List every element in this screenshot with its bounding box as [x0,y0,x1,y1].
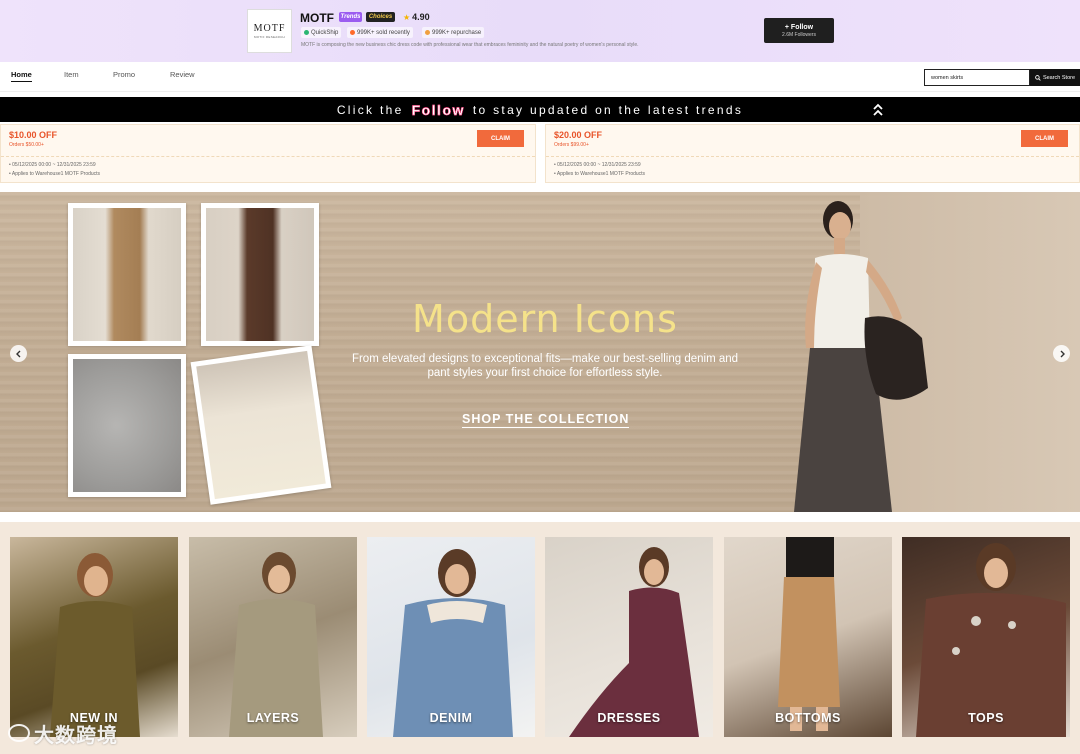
choices-badge: Choices [366,12,395,22]
model-photo [778,537,840,731]
logo-subtext: MOTIF RESEARCH [253,35,286,39]
product-photo-trousers-brown [201,203,319,346]
category-card-layers[interactable]: LAYERS [189,537,357,737]
tag-label: QuickShip [311,29,339,36]
category-label: TOPS [968,711,1004,725]
category-card-bottoms[interactable]: BOTTOMS [724,537,892,737]
category-label: BOTTOMS [775,711,841,725]
coupon-divider [1,156,535,157]
coupon-card: $20.00 OFF Orders $99.00+ CLAIM • 05/12/… [545,124,1080,183]
tab-review[interactable]: Review [170,70,195,79]
banner-text-post: to stay updated on the latest trends [472,102,744,117]
search-icon [1035,74,1041,81]
sold-recently-tag: 999K+ sold recently [347,27,413,38]
hero-title: Modern Icons [412,297,678,341]
shop-collection-link[interactable]: SHOP THE COLLECTION [462,412,630,428]
store-nav: Home Item Promo Review Search Store [0,62,1080,92]
star-icon: ★ [403,12,411,22]
coupon-divider [546,156,1079,157]
coupon-applies: • Applies to Warehouse1 MOTF Products [9,171,101,177]
store-search: Search Store [924,69,1080,86]
tab-item[interactable]: Item [64,70,79,79]
watermark-text: 大数跨境 [34,724,118,747]
follow-label: + Follow [784,23,814,31]
follow-button[interactable]: + Follow 2.6M Followers [764,18,834,43]
category-label: DENIM [429,711,473,725]
category-card-dresses[interactable]: DRESSES [545,537,713,737]
watermark-logo-icon [8,724,30,742]
rating-value: 4.90 [412,12,430,22]
store-header: MOTF MOTIF RESEARCH MOTF Trends Choices … [0,0,1080,62]
followers-count: 2.6M Followers [782,31,816,38]
coupon-amount: $10.00 OFF [9,130,58,140]
product-photo-shorts [190,345,332,505]
coupon-minimum: Orders $50.00+ [9,142,44,148]
banner-follow-highlight[interactable]: Follow [411,101,465,117]
store-name: MOTF [300,11,334,25]
coupon-amount: $20.00 OFF [554,130,603,140]
store-description: MOTF is composing the new business chic … [301,42,639,48]
category-card-new-in[interactable]: NEW IN [10,537,178,737]
claim-button[interactable]: CLAIM [477,130,524,147]
model-photo [393,549,513,737]
logo-text: MOTF [253,23,286,34]
collapse-up-icon[interactable] [872,102,884,118]
repurchase-tag: 999K+ repurchase [422,27,485,38]
tab-home[interactable]: Home [11,70,32,82]
category-label: DRESSES [597,711,661,725]
carousel-prev-icon[interactable] [10,345,27,362]
model-photo [229,552,323,737]
store-logo[interactable]: MOTF MOTIF RESEARCH [247,9,292,53]
carousel-next-icon[interactable] [1053,345,1070,362]
product-photo-trousers-beige [68,203,186,346]
follow-promo-banner: Click the Follow to stay updated on the … [0,97,1080,122]
model-photo [916,543,1066,737]
coupon-applies: • Applies to Warehouse1 MOTF Products [554,171,646,177]
store-rating: ★ 4.90 [403,12,430,22]
claim-button[interactable]: CLAIM [1021,130,1068,147]
coupon-card: $10.00 OFF Orders $50.00+ CLAIM • 05/12/… [0,124,536,183]
hero-banner[interactable]: Modern Icons From elevated designs to ex… [0,192,1080,512]
tag-label: 999K+ sold recently [357,29,410,36]
search-button[interactable]: Search Store [1030,69,1080,86]
quickship-tag: QuickShip [301,27,342,38]
user-icon [425,30,430,35]
trends-badge: Trends [339,12,362,22]
category-card-denim[interactable]: DENIM [367,537,535,737]
coupon-validity: • 05/12/2025 00:00 ~ 12/31/2025 23:59 [9,162,96,168]
watermark: 大数跨境 [8,719,118,747]
hero-subtitle: From elevated designs to exceptional fit… [351,353,739,379]
tag-label: 999K+ repurchase [432,29,482,36]
tab-promo[interactable]: Promo [113,70,135,79]
model-photo [794,201,928,512]
model-photo [50,553,140,737]
fire-icon [350,30,355,35]
coupon-minimum: Orders $99.00+ [554,142,589,148]
model-photo [569,547,699,737]
banner-text-pre: Click the [336,102,404,117]
truck-icon [304,30,309,35]
category-card-tops[interactable]: TOPS [902,537,1070,737]
product-photo-jeans [68,354,186,497]
search-button-label: Search Store [1042,74,1076,81]
search-input[interactable] [924,69,1030,86]
coupon-validity: • 05/12/2025 00:00 ~ 12/31/2025 23:59 [554,162,641,168]
category-label: LAYERS [246,711,300,725]
